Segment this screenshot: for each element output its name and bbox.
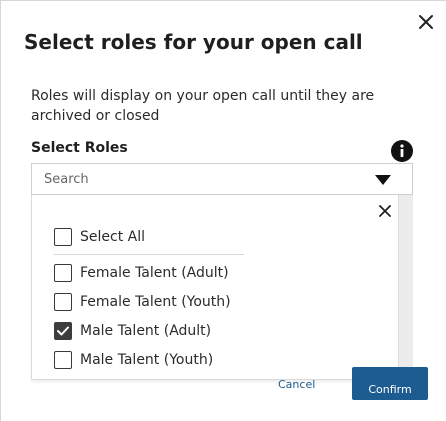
role-checkbox[interactable] (54, 322, 72, 340)
role-checkbox[interactable] (54, 293, 72, 311)
roles-search-input[interactable] (44, 164, 344, 194)
dropdown-scrollbar[interactable] (399, 195, 413, 380)
option-divider (54, 254, 244, 255)
role-option[interactable]: Male Talent (Adult) (54, 321, 211, 341)
roles-dropdown-panel: Select All Female Talent (Adult) Female … (31, 195, 399, 380)
select-all-checkbox[interactable] (54, 228, 72, 246)
modal-title: Select roles for your open call (24, 30, 363, 54)
role-checkbox[interactable] (54, 351, 72, 369)
modal-description: Roles will display on your open call unt… (31, 88, 375, 124)
modal-close-button[interactable] (415, 11, 437, 33)
select-all-option[interactable]: Select All (54, 227, 145, 247)
triangle-down-icon[interactable] (374, 174, 392, 186)
role-label: Female Talent (Youth) (80, 294, 231, 310)
info-icon[interactable] (391, 140, 413, 162)
confirm-button[interactable]: Confirm (352, 367, 428, 400)
close-icon[interactable] (378, 204, 392, 218)
roles-select[interactable] (31, 163, 413, 195)
close-icon (419, 15, 433, 29)
select-roles-modal: Select roles for your open call Roles wi… (0, 0, 446, 421)
role-label: Male Talent (Youth) (80, 352, 214, 368)
role-checkbox[interactable] (54, 264, 72, 282)
role-label: Male Talent (Adult) (80, 323, 212, 339)
role-option[interactable]: Male Talent (Youth) (54, 350, 213, 370)
role-option[interactable]: Female Talent (Adult) (54, 263, 229, 283)
cancel-button[interactable]: Cancel (272, 376, 321, 393)
select-roles-label: Select Roles (31, 140, 128, 156)
checkmark-icon (57, 326, 69, 336)
role-option[interactable]: Female Talent (Youth) (54, 292, 231, 312)
select-all-label: Select All (80, 229, 145, 245)
role-label: Female Talent (Adult) (80, 265, 229, 281)
